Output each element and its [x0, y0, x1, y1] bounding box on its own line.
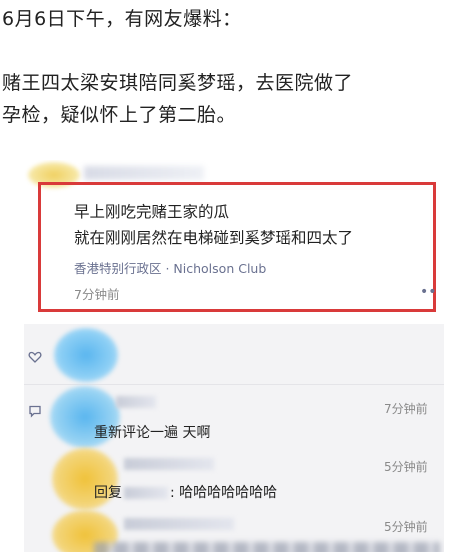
- post-text: 早上刚吃完赌王家的瓜: [74, 203, 230, 221]
- post-text: 就在刚刚居然在电梯碰到奚梦瑶和四太了: [74, 229, 354, 247]
- comments-section: 7分钟前 重新评论一遍 天啊 5分钟前 回复 : 哈哈哈哈哈哈哈 5分钟前: [24, 324, 444, 552]
- reply-prefix: 回复: [94, 485, 122, 501]
- comment-icon: [29, 405, 41, 418]
- reply-text: : 哈哈哈哈哈哈哈: [170, 485, 278, 501]
- blurred-username: [124, 487, 168, 499]
- blurred-avatar[interactable]: [54, 328, 118, 382]
- blurred-username: [124, 458, 214, 470]
- article-paragraph-line: 赌王四太梁安琪陪同奚梦瑶，去医院做了: [2, 72, 354, 94]
- post-timestamp: 7分钟前: [74, 287, 120, 302]
- comment-timestamp: 5分钟前: [384, 520, 428, 534]
- social-post: 早上刚吃完赌王家的瓜 就在刚刚居然在电梯碰到奚梦瑶和四太了 香港特别行政区 · …: [24, 160, 444, 320]
- blurred-username: [116, 396, 156, 408]
- article-paragraph-date: 6月6日下午，有网友爆料：: [2, 8, 242, 30]
- blurred-username: [84, 166, 204, 180]
- comment-text: 重新评论一遍 天啊: [94, 425, 211, 441]
- post-location-link[interactable]: 香港特别行政区 · Nicholson Club: [74, 258, 266, 277]
- article-paragraph-line: 孕检，疑似怀上了第二胎。: [2, 104, 237, 126]
- divider: [24, 384, 444, 385]
- blurred-username: [124, 518, 234, 530]
- comment-timestamp: 5分钟前: [384, 460, 428, 474]
- comment-text: 回复 : 哈哈哈哈哈哈哈: [94, 482, 277, 502]
- comment-timestamp: 7分钟前: [384, 402, 428, 416]
- social-screenshot: 早上刚吃完赌王家的瓜 就在刚刚居然在电梯碰到奚梦瑶和四太了 香港特别行政区 · …: [24, 160, 444, 552]
- blurred-comment-text: [94, 542, 440, 552]
- article: 6月6日下午，有网友爆料： 赌王四太梁安琪陪同奚梦瑶，去医院做了 孕检，疑似怀上…: [0, 0, 465, 552]
- heart-icon: [28, 351, 42, 363]
- more-options-icon[interactable]: ••: [420, 284, 437, 300]
